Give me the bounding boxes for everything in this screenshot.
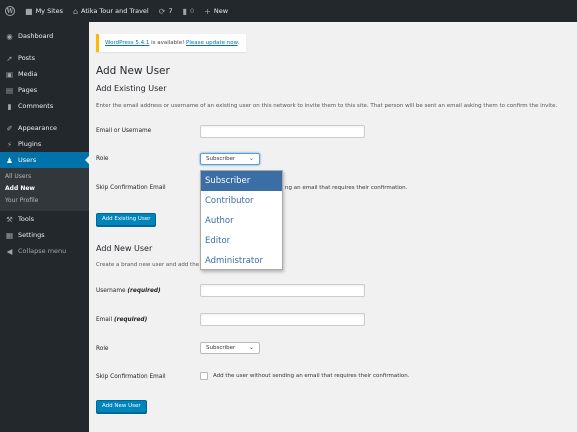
sidebar-item-label: Plugins xyxy=(18,140,42,148)
main-content: WordPress 5.4.1 is available! Please upd… xyxy=(89,22,577,432)
add-existing-user-button[interactable]: Add Existing User xyxy=(96,213,157,226)
sidebar-item-users[interactable]: ♟ Users xyxy=(0,152,89,168)
sidebar-item-label: Posts xyxy=(18,54,35,62)
collapse-icon: ◀ xyxy=(6,246,13,256)
notice-period: . xyxy=(237,40,240,46)
role-option-administrator[interactable]: Administrator xyxy=(201,251,282,271)
submenu-item-all-users[interactable]: All Users xyxy=(0,171,89,183)
add-new-heading: Add New User xyxy=(96,244,153,253)
wordpress-version-link[interactable]: WordPress 5.4.1 xyxy=(105,40,149,46)
email-label-text: Email xyxy=(96,317,113,323)
admin-bar: W ■ My Sites ⌂ Atika Tour and Travel ⟳ 7… xyxy=(0,0,577,22)
email-or-username-input[interactable] xyxy=(200,125,365,138)
role-select-value: Subscriber xyxy=(206,156,236,162)
skip-confirmation-checkbox[interactable] xyxy=(200,372,208,380)
sidebar-item-plugins[interactable]: ⚡ Plugins xyxy=(0,136,89,152)
sidebar-item-tools[interactable]: ⚒ Tools xyxy=(0,211,89,227)
role-select[interactable]: Subscriber ⌄ xyxy=(200,153,260,165)
skip-confirmation-text: ng an email that requires their confirma… xyxy=(285,185,408,191)
update-notice: WordPress 5.4.1 is available! Please upd… xyxy=(96,34,246,52)
role-option-contributor[interactable]: Contributor xyxy=(201,191,282,211)
home-icon: ⌂ xyxy=(72,6,79,16)
new-skip-confirmation-row: Add the user without sending an email th… xyxy=(200,372,410,380)
new-content-menu[interactable]: + New xyxy=(199,0,233,22)
skip-confirmation-label: Skip Confirmation Email xyxy=(96,185,166,191)
add-existing-heading: Add Existing User xyxy=(96,84,167,93)
role-option-editor[interactable]: Editor xyxy=(201,231,282,251)
sidebar-item-label: Users xyxy=(18,156,37,164)
new-skip-confirmation-label: Skip Confirmation Email xyxy=(96,374,166,380)
role-dropdown-list: Subscriber Contributor Author Editor Adm… xyxy=(200,170,283,270)
updates-count: 7 xyxy=(168,7,173,15)
brush-icon: ✐ xyxy=(6,123,13,133)
admin-sidebar: ◉ Dashboard ➚ Posts ▣ Media ▤ Pages ▮ Co… xyxy=(0,22,89,432)
sidebar-item-posts[interactable]: ➚ Posts xyxy=(0,50,89,66)
pin-icon: ➚ xyxy=(6,53,13,63)
new-label: New xyxy=(213,7,229,15)
username-required: (required) xyxy=(127,288,161,294)
sidebar-item-appearance[interactable]: ✐ Appearance xyxy=(0,120,89,136)
wordpress-logo-icon: W xyxy=(5,6,15,16)
new-role-select-value: Subscriber xyxy=(206,345,236,351)
update-now-link[interactable]: Please update now xyxy=(186,40,238,46)
site-name-menu[interactable]: ⌂ Atika Tour and Travel xyxy=(68,0,154,22)
submenu-item-your-profile[interactable]: Your Profile xyxy=(0,195,89,207)
my-sites-label: My Sites xyxy=(35,7,63,15)
my-sites-menu[interactable]: ■ My Sites xyxy=(20,0,68,22)
sidebar-item-dashboard[interactable]: ◉ Dashboard xyxy=(0,28,89,44)
sidebar-item-settings[interactable]: ▦ Settings xyxy=(0,227,89,243)
new-role-label: Role xyxy=(96,346,109,352)
sidebar-item-label: Collapse menu xyxy=(18,247,67,255)
page-icon: ▤ xyxy=(5,85,14,95)
sidebar-item-label: Media xyxy=(18,70,38,78)
sites-icon: ■ xyxy=(25,6,33,16)
username-label: Username (required) xyxy=(96,288,161,294)
users-submenu: All Users Add New Your Profile xyxy=(0,168,89,211)
comments-menu[interactable]: ▮ 0 xyxy=(178,0,200,22)
role-label: Role xyxy=(96,156,109,162)
chevron-down-icon: ⌄ xyxy=(248,155,254,162)
submenu-item-add-new[interactable]: Add New xyxy=(0,183,89,195)
wrench-icon: ⚒ xyxy=(6,214,13,224)
collapse-menu-button[interactable]: ◀ Collapse menu xyxy=(0,243,89,259)
comment-icon: ▮ xyxy=(7,101,12,111)
comments-count: 0 xyxy=(190,7,195,15)
user-icon: ♟ xyxy=(6,155,13,165)
email-or-username-label: Email or Username xyxy=(96,128,152,134)
sidebar-item-label: Dashboard xyxy=(18,32,54,40)
updates-icon: ⟳ xyxy=(158,6,166,16)
username-label-text: Username xyxy=(96,288,126,294)
role-option-subscriber[interactable]: Subscriber xyxy=(201,171,282,191)
site-name-label: Atika Tour and Travel xyxy=(81,7,149,15)
notice-text: is available! xyxy=(149,40,187,46)
media-icon: ▣ xyxy=(5,69,14,79)
sidebar-item-pages[interactable]: ▤ Pages xyxy=(0,82,89,98)
sidebar-item-media[interactable]: ▣ Media xyxy=(0,66,89,82)
add-new-description: Create a brand new user and add the xyxy=(96,262,200,268)
email-input[interactable] xyxy=(200,313,365,326)
username-input[interactable] xyxy=(200,284,365,297)
new-role-select[interactable]: Subscriber ⌄ xyxy=(200,342,260,354)
dashboard-icon: ◉ xyxy=(6,31,13,41)
email-label: Email (required) xyxy=(96,317,147,323)
page-title: Add New User xyxy=(96,65,170,77)
sidebar-item-label: Pages xyxy=(18,86,38,94)
new-skip-confirmation-text: Add the user without sending an email th… xyxy=(213,373,410,379)
add-new-user-button[interactable]: Add New User xyxy=(96,400,147,413)
plug-icon: ⚡ xyxy=(6,139,13,149)
sidebar-item-label: Comments xyxy=(18,102,54,110)
sidebar-item-label: Tools xyxy=(18,215,35,223)
wordpress-logo-menu[interactable]: W xyxy=(0,0,20,22)
chevron-down-icon: ⌄ xyxy=(248,344,254,351)
sidebar-item-label: Settings xyxy=(18,231,45,239)
comment-bubble-icon: ▮ xyxy=(182,6,187,16)
plus-icon: + xyxy=(204,6,211,16)
settings-icon: ▦ xyxy=(5,230,14,240)
updates-menu[interactable]: ⟳ 7 xyxy=(154,0,178,22)
sidebar-item-comments[interactable]: ▮ Comments xyxy=(0,98,89,114)
add-existing-description: Enter the email address or username of a… xyxy=(96,103,558,109)
email-required: (required) xyxy=(113,317,148,323)
sidebar-item-label: Appearance xyxy=(18,124,58,132)
role-option-author[interactable]: Author xyxy=(201,211,282,231)
